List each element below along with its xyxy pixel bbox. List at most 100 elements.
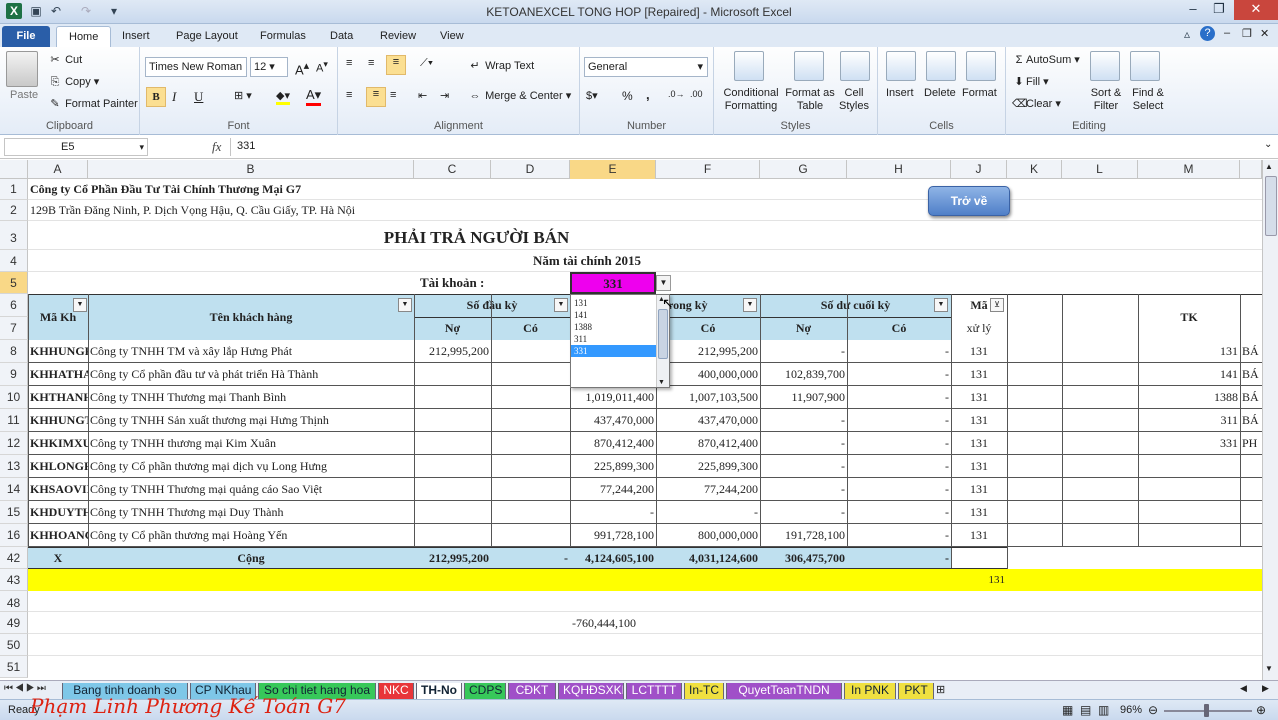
fill-button[interactable]: ⬇ Fill ▾: [1012, 75, 1048, 89]
col-f[interactable]: F: [656, 160, 760, 179]
font-size-select[interactable]: 12 ▾: [250, 57, 288, 77]
account-dropdown-list[interactable]: 131 141 1388 311 331 ▲ ▼: [570, 294, 670, 388]
col-e[interactable]: E: [570, 160, 656, 179]
bold-button[interactable]: B: [146, 87, 166, 107]
insert-sheet-icon[interactable]: ⊞: [936, 683, 945, 696]
cell-j[interactable]: 131: [951, 409, 1007, 432]
tab-page-layout[interactable]: Page Layout: [164, 26, 250, 48]
cell-d[interactable]: [491, 409, 570, 432]
cell-m[interactable]: 131: [1138, 340, 1240, 363]
format-table-icon[interactable]: [794, 51, 824, 81]
cell-n[interactable]: PH: [1240, 432, 1262, 455]
cell-n[interactable]: BÁ: [1240, 409, 1262, 432]
cell-f[interactable]: 800,000,000: [656, 524, 760, 547]
row-header[interactable]: 13: [0, 455, 28, 478]
cell-code[interactable]: KHHUNGP: [28, 340, 88, 363]
cell-m[interactable]: [1138, 478, 1240, 501]
cell-c[interactable]: [414, 409, 491, 432]
grow-font-icon[interactable]: A▴: [295, 59, 309, 77]
cell-n[interactable]: [1240, 455, 1262, 478]
cell-g[interactable]: -: [760, 340, 847, 363]
cut-button[interactable]: ✂ Cut: [48, 53, 82, 67]
cell-h[interactable]: -: [847, 524, 951, 547]
cell-d[interactable]: [491, 455, 570, 478]
wrap-text-button[interactable]: ↵ Wrap Text: [468, 59, 534, 73]
dropdown-option[interactable]: 1388: [571, 321, 657, 333]
merge-center-button[interactable]: ⇔ Merge & Center ▾: [468, 89, 572, 103]
sort-filter-icon[interactable]: [1090, 51, 1120, 81]
delete-button[interactable]: Delete: [924, 87, 956, 99]
cell-c[interactable]: [414, 478, 491, 501]
cell-n[interactable]: [1240, 501, 1262, 524]
cell-h[interactable]: -: [847, 363, 951, 386]
row-header[interactable]: 6: [0, 294, 28, 317]
cell-h[interactable]: -: [847, 501, 951, 524]
cell-j[interactable]: 131: [951, 478, 1007, 501]
cell-h[interactable]: -: [847, 478, 951, 501]
cell-name[interactable]: Công ty TNHH TM và xây lắp Hưng Phát: [88, 340, 414, 363]
paste-button[interactable]: Paste: [10, 89, 38, 101]
row-header[interactable]: 10: [0, 386, 28, 409]
format-cells-icon[interactable]: [966, 51, 996, 81]
doc-close-icon[interactable]: ✕: [1260, 27, 1269, 40]
row-header[interactable]: 4: [0, 250, 28, 272]
format-painter-button[interactable]: ✎ Format Painter: [48, 97, 137, 111]
tab-view[interactable]: View: [428, 26, 476, 48]
cell-d[interactable]: [491, 432, 570, 455]
dropdown-option[interactable]: 141: [571, 309, 657, 321]
cell-name[interactable]: Công ty Cổ phần thương mại dịch vụ Long …: [88, 455, 414, 478]
cell-d[interactable]: [491, 386, 570, 409]
underline-button[interactable]: U: [194, 89, 203, 105]
cell-f[interactable]: 212,995,200: [656, 340, 760, 363]
cell-name[interactable]: Công ty TNHH thương mại Kim Xuân: [88, 432, 414, 455]
cell-m[interactable]: [1138, 501, 1240, 524]
shrink-font-icon[interactable]: A▾: [316, 59, 328, 75]
percent-button[interactable]: %: [622, 89, 633, 103]
decrease-indent-icon[interactable]: ⇤: [418, 89, 427, 102]
sheet-tab[interactable]: In-TC: [684, 683, 724, 699]
col-l[interactable]: L: [1062, 160, 1138, 179]
cell-n[interactable]: BÁ: [1240, 340, 1262, 363]
cell-code[interactable]: KHLONGH: [28, 455, 88, 478]
cell-name[interactable]: Công ty Cổ phần thương mại Hoàng Yến: [88, 524, 414, 547]
row-header[interactable]: 51: [0, 656, 28, 678]
format-button[interactable]: Format: [962, 87, 997, 99]
clear-button[interactable]: ⌫Clear ▾: [1012, 97, 1061, 111]
filter-active-icon[interactable]: ⊻: [990, 298, 1004, 312]
cell-f[interactable]: 870,412,400: [656, 432, 760, 455]
cell-f[interactable]: 400,000,000: [656, 363, 760, 386]
cell-c[interactable]: [414, 432, 491, 455]
cell-name[interactable]: Công ty TNHH Thương mại Duy Thành: [88, 501, 414, 524]
filter-dropdown-icon[interactable]: ▼: [73, 298, 87, 312]
cell-g[interactable]: -: [760, 478, 847, 501]
cell-name[interactable]: Công ty Cổ phần đầu tư và phát triển Hà …: [88, 363, 414, 386]
cell-g[interactable]: 191,728,100: [760, 524, 847, 547]
cell-code[interactable]: KHTHANH: [28, 386, 88, 409]
cell-c[interactable]: [414, 455, 491, 478]
sort-filter-button[interactable]: Sort & Filter: [1086, 87, 1126, 113]
sheet-tab[interactable]: TH-No: [416, 683, 462, 699]
font-color-icon[interactable]: A▾: [306, 87, 322, 106]
cell-j[interactable]: 131: [951, 501, 1007, 524]
col-c[interactable]: C: [414, 160, 491, 179]
sheet-tab[interactable]: PKT: [898, 683, 934, 699]
dropdown-option[interactable]: 311: [571, 333, 657, 345]
doc-restore-icon[interactable]: ❐: [1242, 27, 1252, 40]
filter-dropdown-icon[interactable]: ▼: [743, 298, 757, 312]
cell-m[interactable]: 331: [1138, 432, 1240, 455]
col-h[interactable]: H: [847, 160, 951, 179]
row-header[interactable]: 8: [0, 340, 28, 363]
cell-e[interactable]: 991,728,100: [570, 524, 656, 547]
cell-g[interactable]: -: [760, 501, 847, 524]
scroll-down-icon[interactable]: ▼: [658, 379, 665, 386]
row-header[interactable]: 15: [0, 501, 28, 524]
cell-h[interactable]: -: [847, 409, 951, 432]
cell-j[interactable]: 131: [951, 455, 1007, 478]
cell-g[interactable]: -: [760, 432, 847, 455]
cell-d[interactable]: [491, 340, 570, 363]
dropdown-option[interactable]: 131: [571, 297, 657, 309]
align-top-icon[interactable]: ≡: [346, 57, 352, 69]
tab-home[interactable]: Home: [56, 26, 112, 48]
cell-j[interactable]: 131: [951, 524, 1007, 547]
row-header[interactable]: 2: [0, 200, 28, 221]
